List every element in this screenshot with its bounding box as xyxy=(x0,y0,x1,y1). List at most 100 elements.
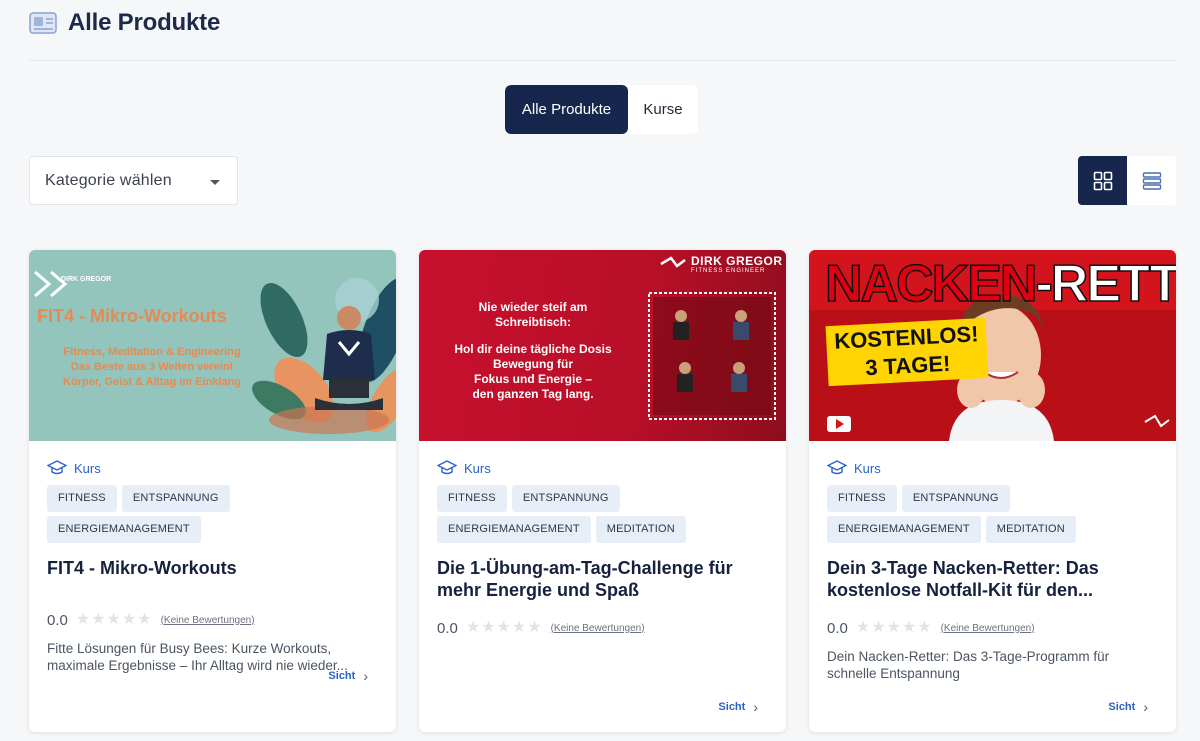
list-view-button[interactable] xyxy=(1127,156,1176,205)
card-body: Kurs FITNESS ENTSPANNUNG ENERGIEMANAGEME… xyxy=(419,441,786,637)
page-title: Alle Produkte xyxy=(68,9,221,36)
product-description: Dein Nacken-Retter: Das 3-Tage-Programm … xyxy=(827,649,1110,681)
view-toggle xyxy=(1078,156,1176,205)
view-link[interactable]: Sicht › xyxy=(718,699,758,715)
header-divider xyxy=(29,60,1175,61)
star-rating: ★ ★ ★ ★ ★ xyxy=(76,612,153,628)
tag: ENTSPANNUNG xyxy=(121,485,230,512)
thumbnail-headline: FIT4 - Mikro-Workouts xyxy=(37,306,227,326)
tag-list: FITNESS ENTSPANNUNG ENERGIEMANAGEMENT ME… xyxy=(437,485,768,547)
view-label: Sicht xyxy=(1108,701,1136,713)
thumbnail-logo-text: DIRK GREGOR xyxy=(61,276,112,283)
tab-courses[interactable]: Kurse xyxy=(628,85,698,134)
view-label: Sicht xyxy=(718,701,746,713)
thumbnail-line: Nie wieder steif am xyxy=(478,300,588,314)
reviews-link[interactable]: (Keine Bewertungen) xyxy=(941,623,1035,634)
thumbnail-logo-text: DIRK GREGOR xyxy=(691,254,783,268)
rating: 0.0 ★ ★ ★ ★ ★ (Keine Bewertungen) xyxy=(47,611,378,629)
view-label: Sicht xyxy=(328,670,356,682)
thumbnail-badge: KOSTENLOS! 3 TAGE! xyxy=(825,317,989,387)
star-icon: ★ xyxy=(917,619,932,636)
reviews-link[interactable]: (Keine Bewertungen) xyxy=(161,615,255,626)
product-type: Kurs xyxy=(437,459,768,477)
thumbnail-headline-part: -RETTER! xyxy=(1035,254,1176,314)
reviews-link[interactable]: (Keine Bewertungen) xyxy=(551,623,645,634)
product-card[interactable]: DIRK GREGOR FIT4 - Mikro-Workouts Fitnes… xyxy=(29,250,396,732)
chevron-right-icon: › xyxy=(753,699,758,715)
chevron-right-icon: › xyxy=(363,668,368,684)
category-select-label: Kategorie wählen xyxy=(45,171,172,189)
star-icon: ★ xyxy=(121,611,137,628)
list-icon xyxy=(1142,171,1161,190)
view-link[interactable]: Sicht › xyxy=(328,668,368,684)
tag: FITNESS xyxy=(47,485,117,512)
view-link[interactable]: Sicht › xyxy=(1108,699,1148,715)
star-icon: ★ xyxy=(527,619,542,636)
product-thumbnail[interactable]: DIRK GREGOR FITNESS ENGINEER Nie wieder … xyxy=(419,250,786,441)
category-select[interactable]: Kategorie wählen xyxy=(29,156,238,205)
product-title[interactable]: FIT4 - Mikro-Workouts xyxy=(47,557,378,579)
star-icon: ★ xyxy=(496,619,511,636)
page-header: Alle Produkte xyxy=(29,8,220,38)
product-thumbnail[interactable]: DIRK GREGOR FIT4 - Mikro-Workouts Fitnes… xyxy=(29,250,396,441)
graduation-cap-icon xyxy=(827,460,847,475)
thumbnail-text: Nie wieder steif am Schreibtisch: Hol di… xyxy=(433,300,633,402)
tag: ENERGIEMANAGEMENT xyxy=(437,516,591,543)
rating-score: 0.0 xyxy=(827,619,848,637)
thumbnail-line: Fitness, Meditation & Engineering xyxy=(63,346,241,358)
star-icon: ★ xyxy=(511,619,527,636)
tag: ENERGIEMANAGEMENT xyxy=(47,516,201,543)
card-body: Kurs FITNESS ENTSPANNUNG ENERGIEMANAGEME… xyxy=(29,441,396,674)
star-icon: ★ xyxy=(855,619,871,636)
graduation-cap-icon xyxy=(437,460,457,475)
grid-icon xyxy=(1093,171,1112,190)
tag: FITNESS xyxy=(437,485,507,512)
tag: ENTSPANNUNG xyxy=(901,485,1010,512)
thumbnail-headline: NACKEN-RETTER! xyxy=(824,252,1176,316)
thumbnail-line: Körper, Geist & Alltag im Einklang xyxy=(62,376,242,388)
product-type-tabs: Alle Produkte Kurse xyxy=(505,85,698,134)
product-type-label: Kurs xyxy=(464,460,491,476)
tag-list: FITNESS ENTSPANNUNG ENERGIEMANAGEMENT ME… xyxy=(827,485,1158,547)
thumbnail-line: Schreibtisch: xyxy=(494,315,572,329)
star-icon: ★ xyxy=(75,611,91,628)
star-icon: ★ xyxy=(137,611,152,628)
rating-score: 0.0 xyxy=(437,619,458,637)
graduation-cap-icon xyxy=(47,460,67,475)
star-icon: ★ xyxy=(481,619,496,636)
tag: FITNESS xyxy=(827,485,897,512)
star-icon: ★ xyxy=(871,619,886,636)
product-type: Kurs xyxy=(827,459,1158,477)
tag: MEDITATION xyxy=(595,516,686,543)
tag: MEDITATION xyxy=(985,516,1076,543)
card-body: Kurs FITNESS ENTSPANNUNG ENERGIEMANAGEME… xyxy=(809,441,1176,682)
rating-score: 0.0 xyxy=(47,611,68,629)
thumbnail-headline-part: NACKEN xyxy=(824,254,1038,314)
star-icon: ★ xyxy=(91,611,106,628)
star-icon: ★ xyxy=(106,611,121,628)
thumbnail-spacer xyxy=(433,330,633,342)
thumbnail-line: den ganzen Tag lang. xyxy=(472,387,594,401)
product-title[interactable]: Dein 3-Tage Nacken-Retter: Das kostenlos… xyxy=(827,557,1158,601)
thumbnail-logo-subtext: FITNESS ENGINEER xyxy=(691,268,766,274)
thumbnail-line: Das Beste aus 3 Welten vereint xyxy=(70,361,234,373)
rating: 0.0 ★ ★ ★ ★ ★ (Keine Bewertungen) xyxy=(437,619,768,637)
tab-all-products[interactable]: Alle Produkte xyxy=(505,85,628,134)
product-type-label: Kurs xyxy=(74,460,101,476)
product-thumbnail[interactable]: NACKEN-RETTER! KOSTENLOS! 3 TAGE! xyxy=(809,250,1176,441)
catalog-icon xyxy=(29,12,57,34)
rating: 0.0 ★ ★ ★ ★ ★ (Keine Bewertungen) xyxy=(827,619,1158,637)
tag-list: FITNESS ENTSPANNUNG ENERGIEMANAGEMENT xyxy=(47,485,378,547)
product-title[interactable]: Die 1-Übung-am-Tag-Challenge für mehr En… xyxy=(437,557,768,601)
star-rating: ★ ★ ★ ★ ★ xyxy=(856,620,933,636)
product-card[interactable]: DIRK GREGOR FITNESS ENGINEER Nie wieder … xyxy=(419,250,786,732)
star-icon: ★ xyxy=(886,619,901,636)
tag: ENERGIEMANAGEMENT xyxy=(827,516,981,543)
thumbnail-line: Bewegung für xyxy=(493,357,573,371)
thumbnail-line: Fokus und Energie – xyxy=(473,372,593,386)
thumbnail-text: Fitness, Meditation & Engineering Das Be… xyxy=(37,345,267,390)
star-rating: ★ ★ ★ ★ ★ xyxy=(466,620,543,636)
product-card[interactable]: NACKEN-RETTER! KOSTENLOS! 3 TAGE! Kurs F… xyxy=(809,250,1176,732)
grid-view-button[interactable] xyxy=(1078,156,1127,205)
tag: ENTSPANNUNG xyxy=(511,485,620,512)
